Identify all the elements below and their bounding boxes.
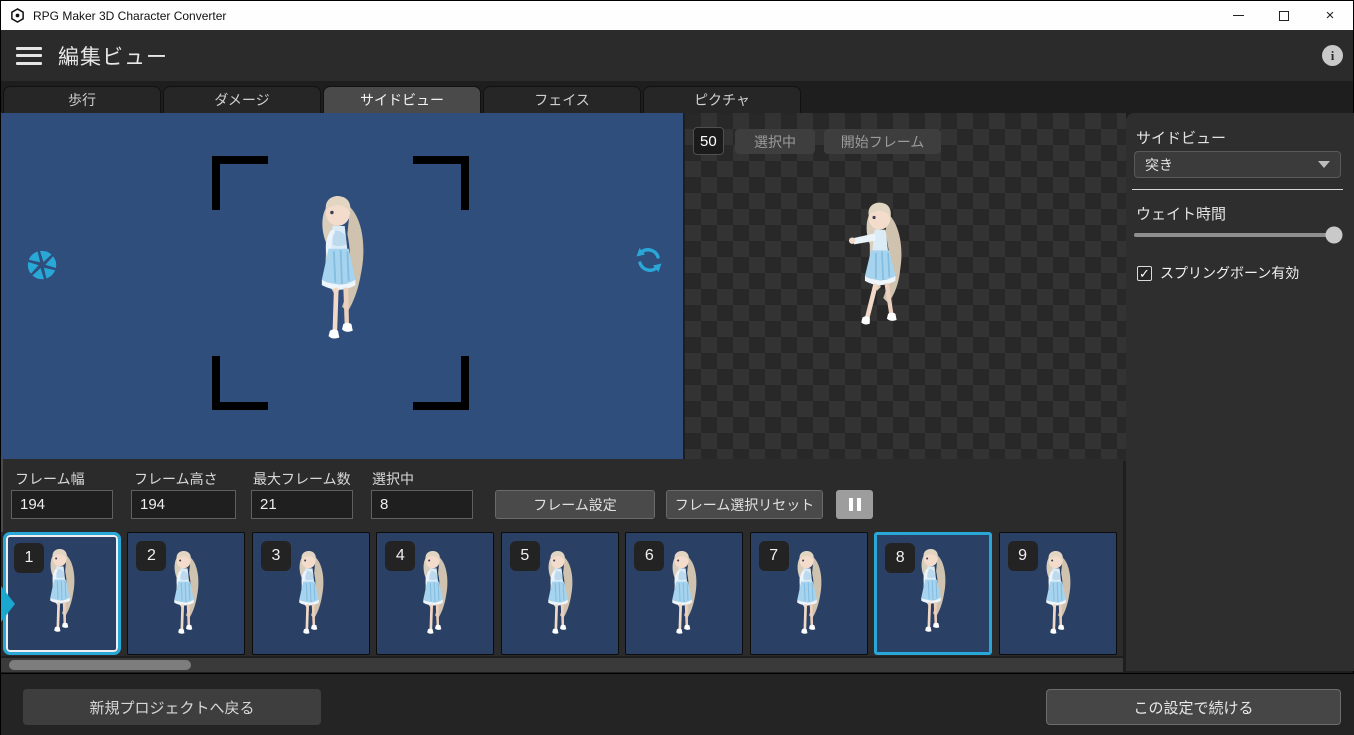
max-frames-label: 最大フレーム数 — [253, 471, 351, 487]
max-frames-input[interactable] — [251, 490, 353, 519]
frame-set-button[interactable]: フレーム設定 — [495, 490, 655, 519]
frame-height-input[interactable] — [131, 490, 236, 519]
frame-strip-scrollbar[interactable] — [1, 658, 1123, 672]
maximize-icon — [1279, 10, 1289, 21]
header-bar: 編集ビュー i — [1, 30, 1353, 81]
close-icon: × — [1325, 7, 1335, 24]
frame-strip: 1 2 3 4 5 6 7 8 9 10 — [1, 532, 1123, 656]
motion-select-value: 突き — [1145, 156, 1173, 173]
selected-filter-button[interactable]: 選択中 — [735, 129, 815, 154]
sidebar-divider — [1132, 189, 1343, 190]
selected-label: 選択中 — [372, 471, 414, 487]
footer-bar: 新規プロジェクトへ戻る この設定で続ける — [1, 673, 1354, 735]
frame-tile[interactable]: 8 — [874, 532, 993, 655]
minimize-icon — [1232, 15, 1244, 16]
sideview-settings-panel: サイドビュー 突き ウェイト時間 ✓ スプリングボーン有効 — [1126, 113, 1354, 671]
frame-settings-panel: フレーム幅 フレーム高さ 最大フレーム数 選択中 フレーム設定 フレーム選択リセ… — [1, 459, 1123, 532]
aperture-icon[interactable] — [26, 249, 58, 281]
tab-walk[interactable]: 歩行 — [3, 86, 161, 113]
crop-bracket-topleft — [212, 156, 268, 210]
crop-bracket-bottomright — [413, 356, 469, 410]
frame-tile[interactable]: 9 — [998, 532, 1117, 655]
pause-icon — [848, 498, 853, 511]
maximize-button[interactable] — [1261, 1, 1307, 30]
character-sprite-main — [299, 191, 385, 363]
tab-sideview[interactable]: サイドビュー — [323, 86, 481, 113]
wait-time-label: ウェイト時間 — [1136, 206, 1227, 223]
tab-picture[interactable]: ピクチャ — [643, 86, 801, 113]
app-icon — [11, 8, 24, 23]
frame-tile[interactable]: 5 — [500, 532, 619, 655]
page-title: 編集ビュー — [58, 45, 168, 69]
minimize-button[interactable] — [1215, 1, 1261, 30]
tab-face[interactable]: フェイス — [483, 86, 641, 113]
character-sprite-animation — [843, 198, 921, 354]
refresh-icon[interactable] — [633, 244, 665, 276]
playhead-marker-icon — [1, 586, 15, 622]
app-window: RPG Maker 3D Character Converter × 編集ビュー… — [0, 0, 1354, 735]
title-bar: RPG Maker 3D Character Converter × — [1, 1, 1353, 30]
continue-button[interactable]: この設定で続ける — [1046, 689, 1341, 725]
springbone-checkbox[interactable]: ✓ — [1137, 265, 1152, 281]
wait-time-slider[interactable] — [1134, 226, 1343, 244]
frame-tile[interactable]: 3 — [251, 532, 370, 655]
window-title: RPG Maker 3D Character Converter — [33, 8, 227, 23]
chevron-down-icon — [1318, 161, 1330, 168]
playback-frame-badge: 50 — [693, 127, 724, 155]
selected-frame-input[interactable] — [371, 490, 473, 519]
back-to-project-button[interactable]: 新規プロジェクトへ戻る — [23, 689, 321, 725]
close-button[interactable]: × — [1307, 1, 1353, 30]
springbone-label: スプリングボーン有効 — [1160, 265, 1300, 281]
frame-tile[interactable]: 2 — [127, 532, 246, 655]
frame-tile[interactable]: 7 — [749, 532, 868, 655]
edit-preview-canvas[interactable] — [1, 113, 683, 461]
tab-damage[interactable]: ダメージ — [163, 86, 321, 113]
frame-width-input[interactable] — [11, 490, 113, 519]
frame-tile[interactable]: 6 — [625, 532, 744, 655]
sideview-section-title: サイドビュー — [1136, 130, 1227, 147]
animation-preview-canvas[interactable]: 50 選択中 開始フレーム — [685, 113, 1126, 461]
frame-height-label: フレーム高さ — [134, 471, 218, 487]
motion-select[interactable]: 突き — [1134, 151, 1341, 178]
menu-icon[interactable] — [16, 46, 42, 65]
frame-width-label: フレーム幅 — [15, 471, 85, 487]
info-icon[interactable]: i — [1322, 45, 1343, 66]
wait-slider-handle[interactable] — [1325, 226, 1343, 244]
pause-button[interactable] — [836, 490, 873, 519]
crop-bracket-bottomleft — [212, 356, 268, 410]
frame-tile[interactable]: 1 — [3, 532, 121, 655]
frame-tile[interactable]: 4 — [376, 532, 495, 655]
start-frame-button[interactable]: 開始フレーム — [824, 129, 941, 154]
scrollbar-thumb[interactable] — [9, 660, 191, 670]
crop-bracket-topright — [413, 156, 469, 210]
frame-reset-button[interactable]: フレーム選択リセット — [666, 490, 823, 519]
